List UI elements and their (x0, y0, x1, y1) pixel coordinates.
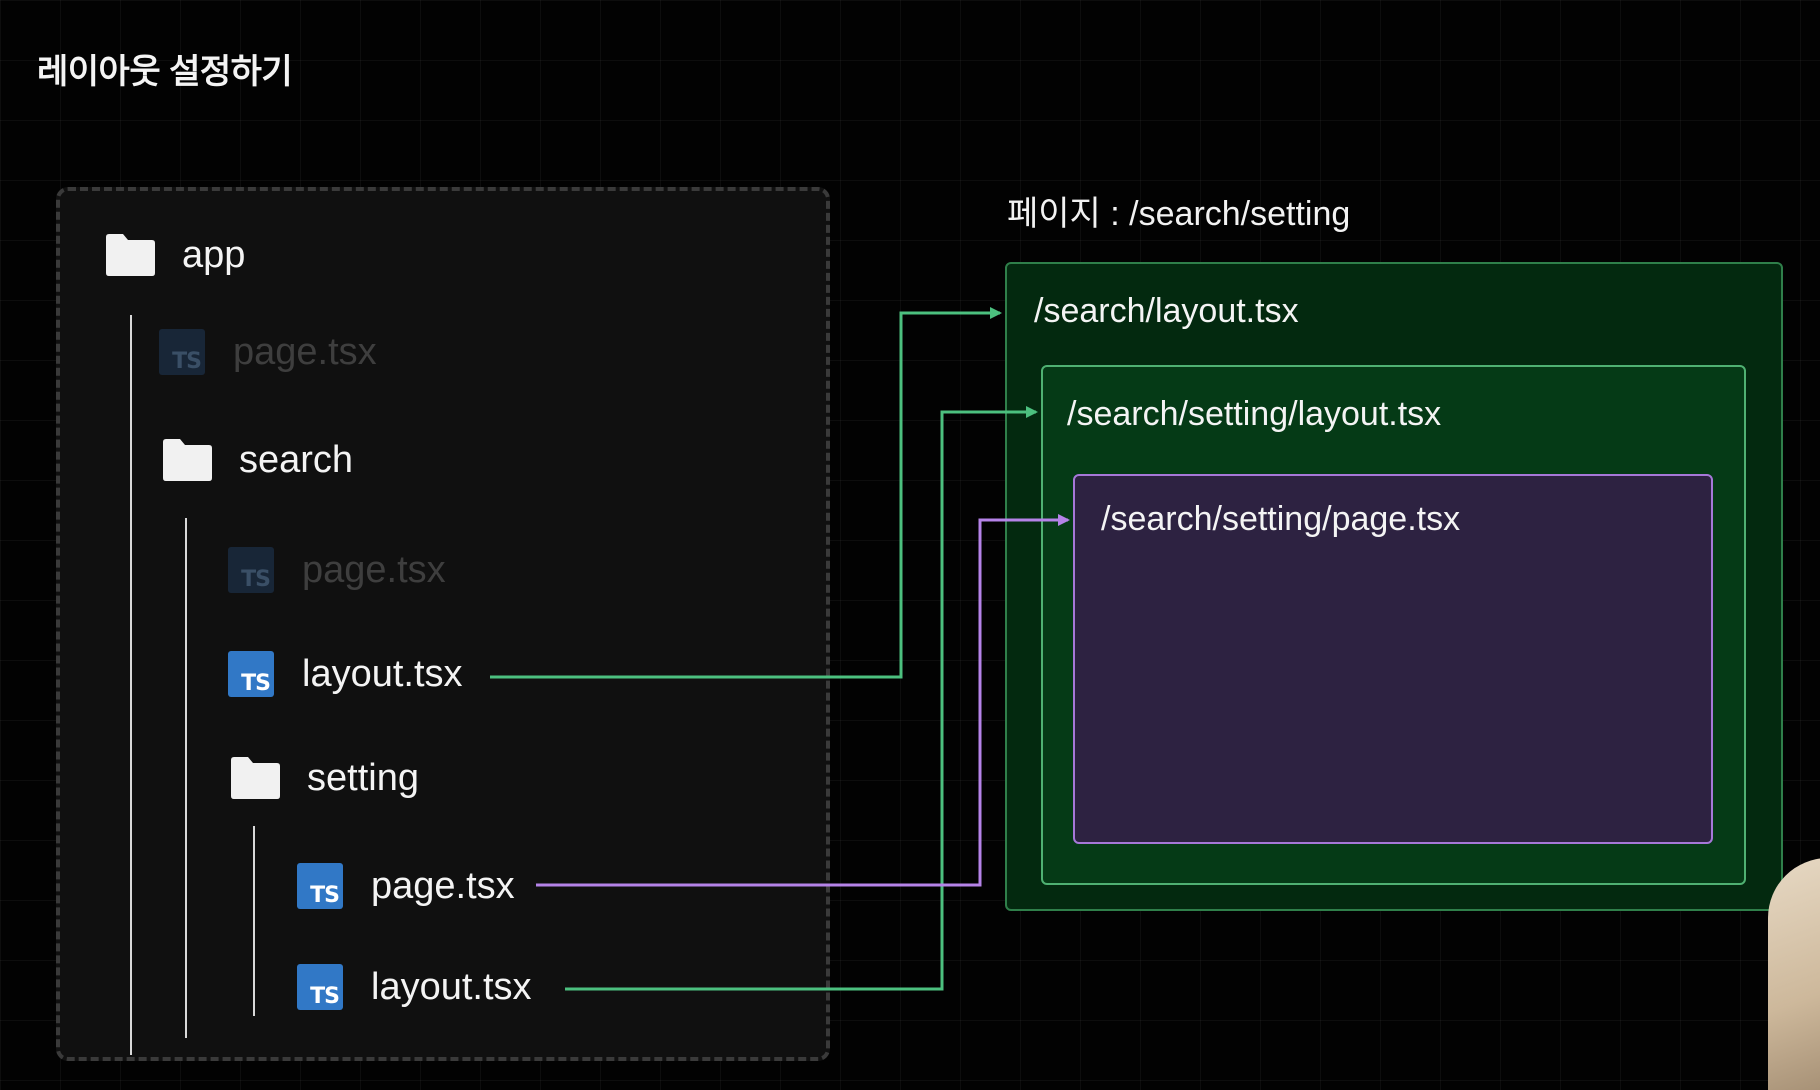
typescript-file-icon: TS (297, 964, 343, 1010)
tree-guide-app (130, 315, 132, 1055)
folder-icon (231, 757, 280, 799)
presenter-video-edge (1768, 858, 1820, 1090)
file-tree-panel (56, 187, 830, 1061)
tree-item-label: page.tsx (233, 330, 377, 373)
tree-item-label: layout.tsx (371, 965, 532, 1008)
page-route-caption: 페이지 : /search/setting (1007, 195, 1351, 233)
tree-file-setting-page[interactable]: TS page.tsx (297, 856, 515, 916)
folder-icon (106, 234, 155, 276)
tree-folder-app[interactable]: app (104, 225, 245, 285)
tree-file-app-page[interactable]: TS page.tsx (159, 322, 377, 382)
tree-item-label: setting (307, 756, 419, 799)
search-layout-box-label: /search/layout.tsx (1034, 292, 1299, 330)
tree-item-label: search (239, 438, 354, 481)
tree-item-label: page.tsx (371, 864, 515, 907)
tree-file-setting-layout[interactable]: TS layout.tsx (297, 957, 532, 1017)
tree-folder-search[interactable]: search (161, 430, 353, 490)
slide: 레이아웃 설정하기 app TS page.tsx search TS page… (0, 0, 1820, 1090)
tree-guide-setting (253, 826, 255, 1016)
typescript-file-icon: TS (297, 863, 343, 909)
setting-page-box: /search/setting/page.tsx (1073, 474, 1713, 844)
tree-guide-search (185, 518, 187, 1038)
tree-item-label: page.tsx (302, 548, 446, 591)
typescript-file-icon: TS (159, 329, 205, 375)
tree-item-label: app (182, 233, 246, 276)
tree-file-search-layout[interactable]: TS layout.tsx (228, 644, 463, 704)
tree-item-label: layout.tsx (302, 652, 463, 695)
folder-icon (163, 439, 212, 481)
tree-folder-setting[interactable]: setting (229, 748, 419, 808)
typescript-file-icon: TS (228, 651, 274, 697)
setting-layout-box-label: /search/setting/layout.tsx (1067, 395, 1442, 433)
setting-page-box-label: /search/setting/page.tsx (1101, 500, 1461, 538)
typescript-file-icon: TS (228, 547, 274, 593)
slide-title: 레이아웃 설정하기 (37, 53, 293, 91)
tree-file-search-page[interactable]: TS page.tsx (228, 540, 446, 600)
